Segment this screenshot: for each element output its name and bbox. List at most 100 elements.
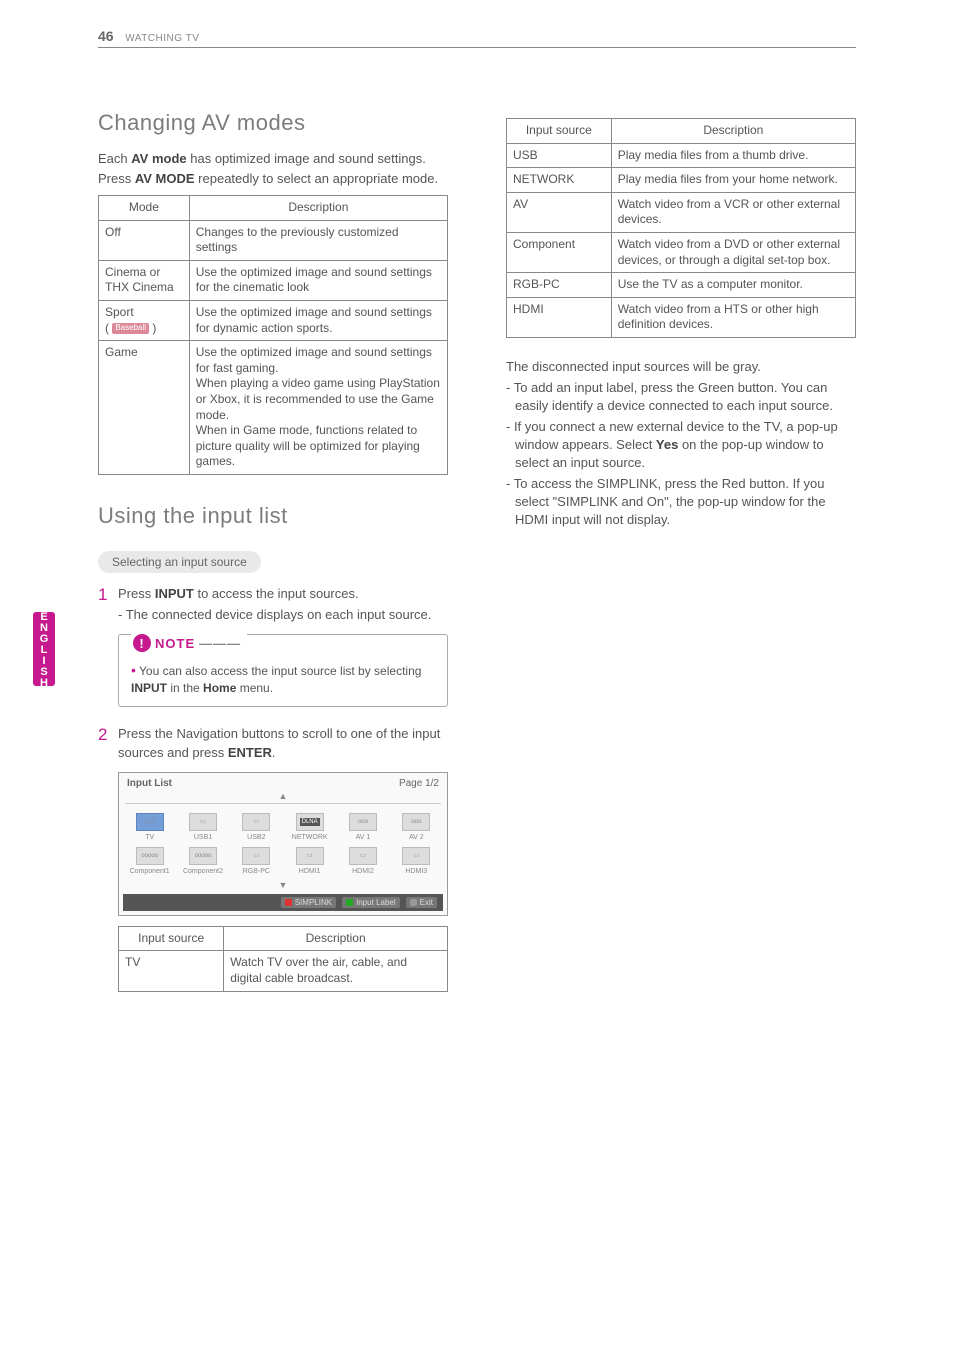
- chip-label: SIMPLINK: [295, 898, 332, 907]
- step-1: 1 Press INPUT to access the input source…: [98, 585, 448, 624]
- page-number: 46: [98, 28, 114, 44]
- baseball-icon: Baseball: [112, 323, 149, 333]
- col-header: Input source: [119, 926, 224, 951]
- heading-av-modes: Changing AV modes: [98, 110, 448, 136]
- panel-title: Input List: [127, 778, 172, 789]
- hdmi-icon: ▭: [402, 847, 430, 865]
- src-desc: Watch video from a HTS or other high def…: [611, 297, 855, 337]
- hdmi-icon: ▭: [296, 847, 324, 865]
- usb-icon: ▭: [189, 813, 217, 831]
- input-rgbpc[interactable]: ▭RGB-PC: [230, 844, 283, 878]
- input-label-button[interactable]: Input Label: [342, 897, 400, 908]
- mode-desc: Changes to the previously customized set…: [189, 220, 447, 260]
- step-text: Press the Navigation buttons to scroll t…: [118, 725, 448, 761]
- icon-label: HDMI1: [284, 868, 335, 875]
- bold-text: Home: [203, 681, 236, 695]
- table-row: Input source Description: [507, 119, 856, 144]
- component-icon: ooooo: [136, 847, 164, 865]
- gray-note: The disconnected input sources will be g…: [506, 358, 856, 376]
- info-icon: !: [133, 634, 151, 652]
- step-text: Press INPUT to access the input sources.…: [118, 585, 448, 624]
- icon-label: Component2: [177, 868, 228, 875]
- bold-text: ENTER: [228, 745, 272, 760]
- src-desc: Use the TV as a computer monitor.: [611, 273, 855, 298]
- step-number: 1: [98, 585, 118, 624]
- mode-table: Mode Description Off Changes to the prev…: [98, 195, 448, 475]
- exit-button[interactable]: Exit: [406, 897, 437, 908]
- source-table-2: Input source Description USBPlay media f…: [506, 118, 856, 338]
- input-component2[interactable]: oooooComponent2: [176, 844, 229, 878]
- down-arrow-icon[interactable]: ▼: [125, 880, 441, 890]
- step-number: 2: [98, 725, 118, 761]
- table-row: ComponentWatch video from a DVD or other…: [507, 232, 856, 272]
- input-component1[interactable]: ooooo Component1: [123, 844, 176, 878]
- src-desc: Watch TV over the air, cable, and digita…: [224, 951, 448, 991]
- mode-desc: Use the optimized image and sound settin…: [189, 341, 447, 475]
- table-row: AVWatch video from a VCR or other extern…: [507, 192, 856, 232]
- col-header: Input source: [507, 119, 612, 144]
- bold-text: INPUT: [155, 586, 194, 601]
- mode-name: Off: [99, 220, 190, 260]
- up-arrow-icon[interactable]: ▲: [125, 791, 441, 804]
- section-title: WATCHING TV: [125, 33, 199, 44]
- list-item: - If you connect a new external device t…: [506, 418, 856, 472]
- icon-label: Component1: [124, 868, 175, 875]
- input-hdmi1[interactable]: ▭ HDMI1: [283, 844, 336, 878]
- av-intro-2: Press AV MODE repeatedly to select an ap…: [98, 170, 448, 188]
- src-name: HDMI: [507, 297, 612, 337]
- icon-label: TV: [124, 834, 175, 841]
- text: ): [149, 321, 156, 335]
- input-hdmi3[interactable]: ▭HDMI3: [390, 844, 443, 878]
- col-header: Mode: [99, 196, 190, 221]
- hdmi-icon: ▭: [349, 847, 377, 865]
- bold-text: Yes: [656, 437, 678, 452]
- input-usb2[interactable]: ▭USB2: [230, 810, 283, 844]
- mode-name: Game: [99, 341, 190, 475]
- input-av1[interactable]: oooAV 1: [336, 810, 389, 844]
- icon-label: AV 2: [391, 834, 442, 841]
- green-square-icon: [346, 899, 353, 906]
- input-av2[interactable]: ooo AV 2: [390, 810, 443, 844]
- mode-name: Cinema or THX Cinema: [99, 260, 190, 300]
- right-column: Input source Description USBPlay media f…: [506, 110, 856, 1012]
- src-name: TV: [119, 951, 224, 991]
- list-item: - To access the SIMPLINK, press the Red …: [506, 475, 856, 529]
- src-name: NETWORK: [507, 168, 612, 193]
- table-row: HDMIWatch video from a HTS or other high…: [507, 297, 856, 337]
- red-square-icon: [285, 899, 292, 906]
- table-row: NETWORKPlay media files from your home n…: [507, 168, 856, 193]
- av-icon: ooo: [402, 813, 430, 831]
- text: Press: [118, 586, 155, 601]
- chip-label: Input Label: [356, 898, 396, 907]
- input-hdmi2[interactable]: ▭ HDMI2: [336, 844, 389, 878]
- source-table-1: Input source Description TV Watch TV ove…: [118, 926, 448, 992]
- src-desc: Play media files from your home network.: [611, 168, 855, 193]
- mode-desc: Use the optimized image and sound settin…: [189, 301, 447, 341]
- exit-icon: [410, 899, 417, 906]
- input-network[interactable]: DLNANETWORK: [283, 810, 336, 844]
- table-row: TV Watch TV over the air, cable, and dig…: [119, 951, 448, 991]
- src-name: Component: [507, 232, 612, 272]
- sub-text: - The connected device displays on each …: [118, 606, 448, 624]
- table-row: USBPlay media files from a thumb drive.: [507, 143, 856, 168]
- input-tv[interactable]: ◻◻TV: [123, 810, 176, 844]
- text: repeatedly to select an appropriate mode…: [195, 171, 439, 186]
- table-row: RGB-PCUse the TV as a computer monitor.: [507, 273, 856, 298]
- note-box: ! NOTE ——— • You can also access the inp…: [118, 634, 448, 707]
- table-row: Sport ( Baseball ) Use the optimized ima…: [99, 301, 448, 341]
- input-list-panel: Input List Page 1/2 ▲ ◻◻TV ▭USB1 ▭USB2 D…: [118, 772, 448, 916]
- icon-label: HDMI2: [337, 868, 388, 875]
- bold-text: AV MODE: [135, 171, 195, 186]
- table-row: Game Use the optimized image and sound s…: [99, 341, 448, 475]
- left-column: Changing AV modes Each AV mode has optim…: [98, 110, 448, 1012]
- chip-label: Exit: [420, 898, 433, 907]
- simplink-button[interactable]: SIMPLINK: [281, 897, 336, 908]
- text: (: [105, 321, 112, 335]
- dlna-icon: DLNA: [296, 813, 324, 831]
- table-row: Mode Description: [99, 196, 448, 221]
- icon-label: USB2: [231, 834, 282, 841]
- page-header: 46 WATCHING TV: [98, 28, 856, 48]
- table-row: Input source Description: [119, 926, 448, 951]
- input-usb1[interactable]: ▭USB1: [176, 810, 229, 844]
- panel-page: Page 1/2: [399, 778, 439, 789]
